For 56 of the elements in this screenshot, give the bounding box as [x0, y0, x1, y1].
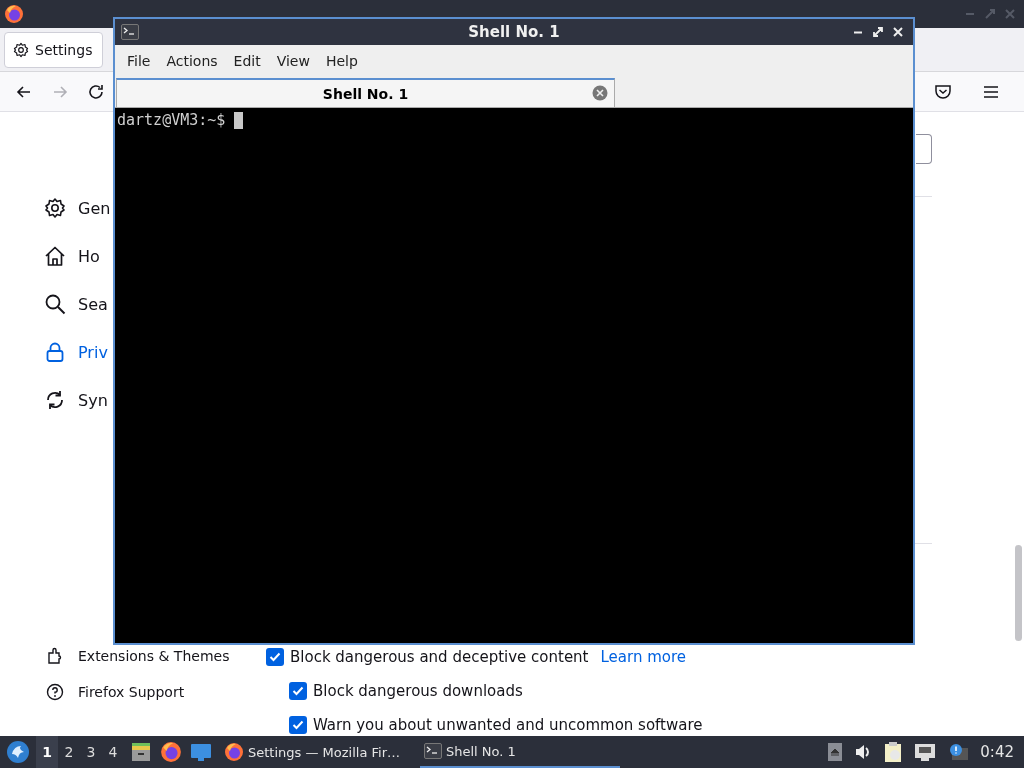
search-field[interactable]	[916, 134, 932, 164]
eject-icon[interactable]	[828, 743, 843, 761]
house-icon	[44, 245, 66, 267]
sidebar-item[interactable]: Syn	[44, 376, 108, 424]
clipboard-icon[interactable]	[884, 741, 903, 763]
pocket-icon[interactable]	[934, 82, 952, 101]
sidebar-link[interactable]: Firefox Support	[44, 683, 185, 701]
setting-label: Block dangerous and deceptive content	[290, 648, 589, 666]
prompt-text: dartz@VM3:~$	[117, 111, 226, 129]
sidebar-item[interactable]: Gen	[44, 184, 111, 232]
notification-icon[interactable]	[948, 743, 969, 761]
terminal-icon	[424, 743, 442, 759]
sidebar-item[interactable]: Priv	[44, 328, 108, 376]
search-icon	[44, 293, 66, 315]
checkbox[interactable]	[289, 682, 307, 700]
firefox-logo-icon	[160, 741, 182, 763]
close-tab-icon[interactable]	[592, 85, 608, 101]
help-icon	[46, 683, 64, 701]
gear-icon	[44, 197, 66, 219]
screen-icon[interactable]	[190, 742, 212, 762]
text-cursor	[234, 111, 244, 129]
reload-icon	[87, 82, 105, 101]
window-title: Shell No. 1	[468, 23, 560, 41]
checkbox[interactable]	[289, 716, 307, 734]
workspace-button[interactable]: 1	[36, 736, 58, 768]
gear-icon	[13, 41, 29, 58]
taskbar-task[interactable]: Shell No. 1	[420, 736, 620, 768]
menu-item[interactable]: Help	[317, 48, 366, 73]
workspace-button[interactable]: 2	[58, 736, 80, 768]
browser-tab[interactable]: Settings	[4, 31, 104, 68]
sidebar-item[interactable]: Ho	[44, 232, 100, 280]
learn-more-link[interactable]: Learn more	[600, 648, 687, 666]
sidebar-item[interactable]: Sea	[44, 280, 108, 328]
setting-label: Block dangerous downloads	[313, 682, 523, 700]
start-menu-icon[interactable]	[6, 740, 30, 764]
menu-item[interactable]: View	[268, 48, 318, 73]
setting-label: Warn you about unwanted and uncommon software	[313, 716, 703, 734]
padlock-icon	[44, 341, 66, 363]
terminal-icon	[121, 24, 139, 40]
sidebar-link[interactable]: Extensions & Themes	[44, 647, 230, 665]
terminal-tab[interactable]: Shell No. 1	[116, 78, 615, 107]
taskbar-task[interactable]: Settings — Mozilla Fir…	[220, 736, 420, 768]
clock[interactable]: 0:42	[980, 743, 1014, 761]
workspace-button[interactable]: 3	[80, 736, 102, 768]
menu-item[interactable]: File	[119, 48, 159, 73]
scrollbar-thumb[interactable]	[1015, 545, 1022, 641]
firefox-logo-icon	[224, 742, 244, 762]
sync-icon	[44, 389, 66, 411]
firefox-logo-icon	[4, 4, 24, 24]
menu-item[interactable]: Actions	[158, 48, 226, 73]
network-icon[interactable]	[914, 743, 937, 761]
workspace-button[interactable]: 4	[102, 736, 124, 768]
file-cabinet-icon[interactable]	[130, 741, 152, 763]
puzzle-piece-icon	[46, 647, 64, 665]
menu-item[interactable]: Edit	[225, 48, 269, 73]
checkbox[interactable]	[266, 648, 284, 666]
